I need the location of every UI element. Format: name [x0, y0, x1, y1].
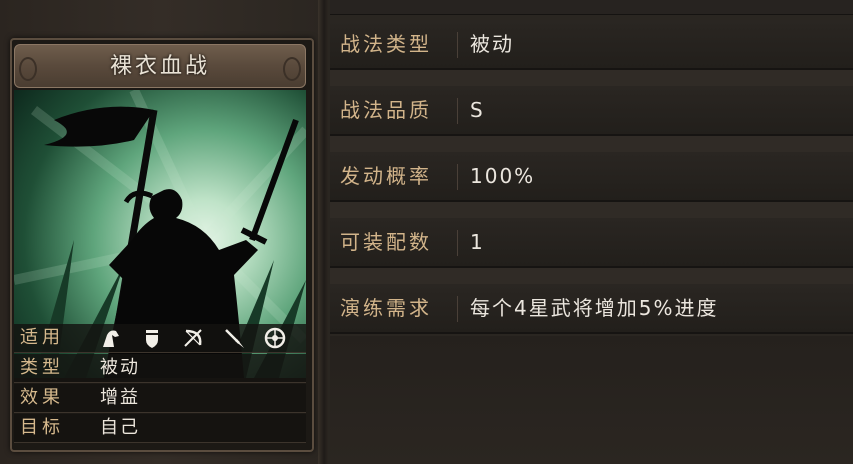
attribute-list-empty-area: [330, 336, 853, 464]
attribute-separator: [457, 230, 458, 256]
info-label: 效果: [20, 387, 64, 408]
attribute-row-practice-requirement: 演练需求 每个4星武将增加5%进度: [330, 284, 853, 334]
attribute-list-top-edge: [330, 0, 853, 15]
skill-name-plate: 裸衣血战: [14, 44, 306, 88]
attribute-separator: [457, 98, 458, 124]
applicable-unit-icons: [100, 327, 300, 349]
row-gap: [330, 70, 853, 86]
info-label: 类型: [20, 357, 64, 378]
info-row-effect: 效果 增益: [14, 384, 306, 413]
row-gap: [330, 136, 853, 152]
info-row-applicable: 适用: [14, 324, 306, 353]
skill-attribute-list: 战法类型 被动 战法品质 S 发动概率 100% 可装配数 1 演练需求 每个4…: [330, 0, 853, 464]
attribute-label: 演练需求: [340, 296, 432, 320]
attribute-value: 每个4星武将增加5%进度: [470, 296, 719, 320]
attribute-row-skill-type: 战法类型 被动: [330, 20, 853, 70]
attribute-row-trigger-rate: 发动概率 100%: [330, 152, 853, 202]
attribute-separator: [457, 32, 458, 58]
siege-icon: [264, 327, 286, 349]
shield-icon: [141, 327, 163, 349]
row-gap: [330, 268, 853, 284]
skill-name: 裸衣血战: [109, 54, 210, 79]
attribute-label: 战法品质: [340, 98, 432, 122]
attribute-value: 100%: [470, 164, 536, 188]
attribute-label: 可装配数: [340, 230, 432, 254]
info-value: 自己: [100, 417, 140, 438]
attribute-separator: [457, 296, 458, 322]
info-row-type: 类型 被动: [14, 354, 306, 383]
info-row-target: 目标 自己: [14, 414, 306, 443]
info-value: 被动: [100, 357, 140, 378]
attribute-value: 被动: [470, 32, 514, 56]
skill-card: 裸衣血战 适用 类型 被动 效果 增益 目标 自己: [10, 38, 314, 452]
info-value: 增益: [100, 387, 140, 408]
row-gap: [330, 202, 853, 218]
attribute-label: 发动概率: [340, 164, 432, 188]
attribute-label: 战法类型: [340, 32, 432, 56]
attribute-value: S: [470, 98, 485, 122]
spear-icon: [223, 327, 245, 349]
panel-divider: [318, 0, 328, 464]
attribute-value: 1: [470, 230, 485, 254]
attribute-row-equip-count: 可装配数 1: [330, 218, 853, 268]
cavalry-icon: [100, 327, 122, 349]
info-label: 适用: [20, 327, 64, 348]
attribute-row-skill-quality: 战法品质 S: [330, 86, 853, 136]
skill-info-table: 适用 类型 被动 效果 增益 目标 自己: [14, 324, 306, 444]
attribute-separator: [457, 164, 458, 190]
bow-icon: [182, 327, 204, 349]
info-label: 目标: [20, 417, 64, 438]
